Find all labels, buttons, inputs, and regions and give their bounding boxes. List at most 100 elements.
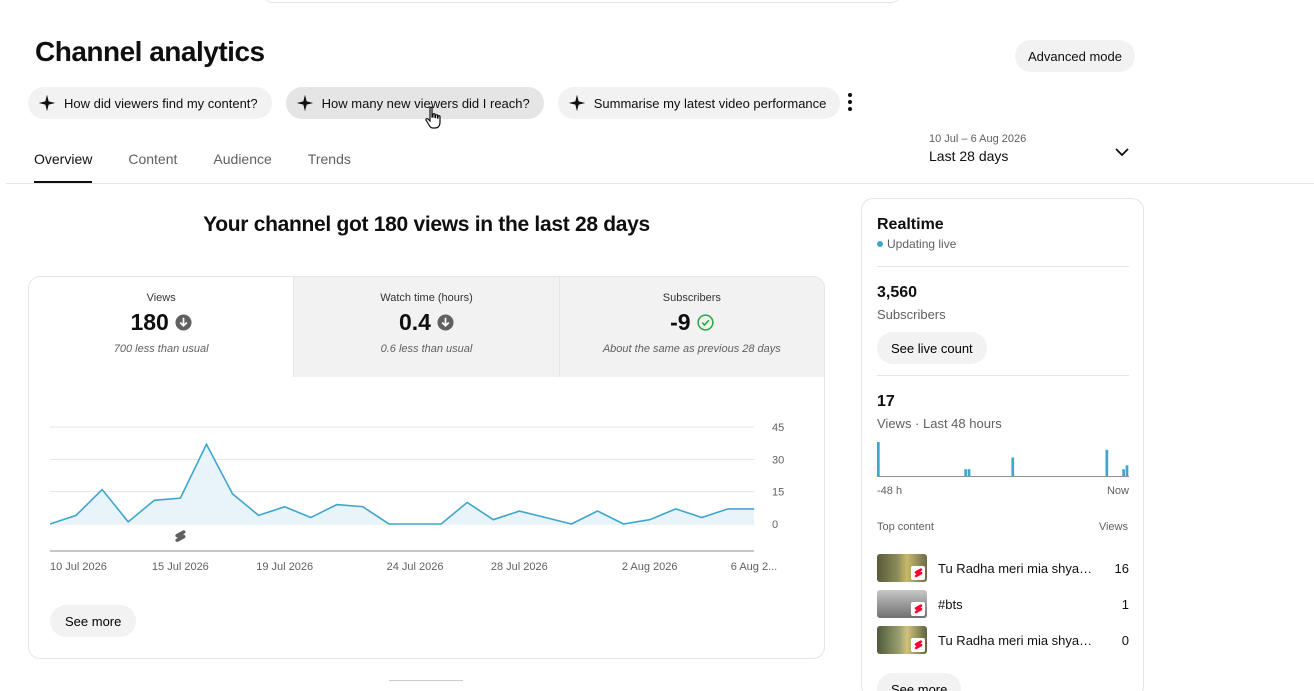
top-content-views-label: Views: [1098, 521, 1128, 533]
x-tick-label: 2 Aug 2026: [622, 561, 678, 573]
search-box-edge[interactable]: [262, 0, 902, 3]
realtime-bar: [1105, 449, 1109, 477]
sparkle-icon: [38, 94, 56, 112]
realtime-subscribers-label: Subscribers: [877, 307, 946, 322]
shorts-icon: [911, 638, 925, 652]
chip-label: How did viewers find my content?: [64, 95, 258, 111]
x-tick-label: 6 Aug 2...: [731, 561, 777, 573]
realtime-bar: [1125, 465, 1129, 477]
scroll-indicator: [389, 680, 463, 681]
chevron-down-icon[interactable]: [1114, 144, 1130, 160]
metric-number: 180: [130, 309, 169, 335]
top-content-row[interactable]: Tu Radha meri mia shyam ... 0: [877, 625, 1129, 655]
video-thumbnail: [877, 590, 927, 618]
realtime-views-label: Views · Last 48 hours: [877, 416, 1002, 431]
metric-subscribers[interactable]: Subscribers -9 About the same as previou…: [558, 277, 824, 377]
top-content-row[interactable]: #bts 1: [877, 589, 1129, 619]
shorts-marker-icon: [175, 530, 186, 542]
metric-views[interactable]: Views 180 700 less than usual: [29, 277, 294, 377]
see-more-button[interactable]: See more: [50, 605, 137, 637]
x-tick-label: 15 Jul 2026: [152, 561, 209, 573]
date-range-selector[interactable]: 10 Jul – 6 Aug 2026 Last 28 days: [929, 133, 1026, 164]
video-thumbnail: [877, 626, 927, 654]
x-tick-label: 24 Jul 2026: [387, 561, 444, 573]
sparkle-icon: [296, 94, 313, 112]
metric-label: Watch time (hours): [380, 292, 473, 304]
video-title: Tu Radha meri mia shyam...: [938, 560, 1098, 576]
arrow-down-circle-icon: [175, 314, 192, 331]
realtime-bar: [1122, 469, 1125, 477]
metric-number: 0.4: [399, 309, 431, 335]
divider: [877, 375, 1129, 376]
realtime-views-value: 17: [877, 393, 895, 410]
metric-value: 0.4: [294, 309, 558, 336]
realtime-status: Updating live: [877, 237, 956, 251]
hand-cursor-icon: [425, 106, 441, 129]
top-content-label: Top content: [877, 521, 934, 533]
advanced-mode-button[interactable]: Advanced mode: [1015, 40, 1135, 72]
metric-label: Views: [146, 292, 176, 304]
tab-content[interactable]: Content: [128, 151, 177, 183]
views-chart: 0 15 30 45 10 Jul 2026 15 Jul 2026 19 Jul 2026…: [49, 422, 784, 573]
x-tick-label: 19 Jul 2026: [256, 561, 313, 573]
realtime-title: Realtime: [877, 216, 944, 233]
top-content-row[interactable]: Tu Radha meri mia shyam... 16: [877, 553, 1129, 583]
video-views: 16: [1114, 560, 1129, 576]
summary-headline: Your channel got 180 views in the last 2…: [203, 213, 650, 236]
analytics-tabs: Overview Content Audience Trends: [34, 151, 351, 183]
video-title: #bts: [938, 596, 963, 612]
x-tick-label: 10 Jul 2026: [50, 561, 107, 573]
shorts-icon: [911, 602, 925, 616]
chip-new-viewers[interactable]: How many new viewers did I reach?: [285, 87, 544, 119]
metric-watch-time[interactable]: Watch time (hours) 0.4 0.6 less than usu…: [293, 277, 559, 377]
live-dot: [877, 241, 883, 247]
metric-tabs: Views 180 700 less than usual Watch time…: [29, 277, 824, 377]
realtime-bar: [964, 469, 968, 477]
chip-viewer-sources[interactable]: How did viewers find my content?: [28, 87, 272, 119]
arrow-down-circle-icon: [437, 314, 454, 331]
date-range-label: Last 28 days: [929, 148, 1009, 164]
see-live-count-button[interactable]: See live count: [877, 332, 987, 364]
page-title: Channel analytics: [35, 36, 265, 67]
area-fill: [50, 444, 754, 524]
shorts-marker-shape: [175, 530, 186, 542]
sparkle-icon: [568, 94, 585, 112]
divider: [877, 266, 1129, 267]
realtime-panel: Realtime Updating live 3,560 Subscribers…: [861, 198, 1144, 691]
realtime-bar: [877, 442, 880, 477]
check-circle-icon: [696, 314, 714, 331]
video-thumbnail: [877, 554, 927, 582]
metric-note: 0.6 less than usual: [380, 343, 473, 355]
realtime-axis-start: -48 h: [877, 485, 903, 497]
tab-overview[interactable]: Overview: [34, 151, 93, 183]
metric-number: -9: [670, 309, 691, 335]
metric-note: About the same as previous 28 days: [602, 343, 781, 355]
metric-value: 180: [29, 309, 293, 336]
realtime-subscribers-value: 3,560: [877, 284, 918, 301]
y-tick-label: 30: [772, 454, 784, 466]
chip-latest-video[interactable]: Summarise my latest video performance: [557, 87, 841, 119]
video-title: Tu Radha meri mia shyam ...: [938, 632, 1098, 648]
y-tick-label: 45: [772, 422, 784, 434]
tab-trends[interactable]: Trends: [308, 151, 351, 183]
shorts-icon: [911, 566, 925, 580]
overview-card: Views 180 700 less than usual Watch time…: [28, 276, 825, 659]
metric-label: Subscribers: [662, 292, 721, 304]
video-views: 1: [1121, 596, 1129, 612]
realtime-views-chart: [877, 442, 1129, 477]
tab-audience[interactable]: Audience: [213, 151, 271, 183]
x-tick-label: 28 Jul 2026: [491, 561, 548, 573]
date-range-dates: 10 Jul – 6 Aug 2026: [929, 133, 1027, 145]
realtime-bar: [1011, 457, 1015, 477]
chip-label: Summarise my latest video performance: [593, 95, 827, 111]
metric-value: -9: [560, 309, 824, 336]
realtime-axis-end: Now: [1106, 485, 1129, 497]
realtime-see-more-button[interactable]: See more: [877, 673, 962, 691]
realtime-bar: [967, 469, 971, 477]
metric-note: 700 less than usual: [113, 343, 209, 355]
realtime-status-text: Updating live: [887, 237, 957, 251]
y-tick-label: 15: [772, 487, 784, 499]
y-tick-label: 0: [772, 519, 778, 531]
tabs-divider: [6, 183, 1314, 184]
more-options-icon[interactable]: [840, 90, 860, 114]
